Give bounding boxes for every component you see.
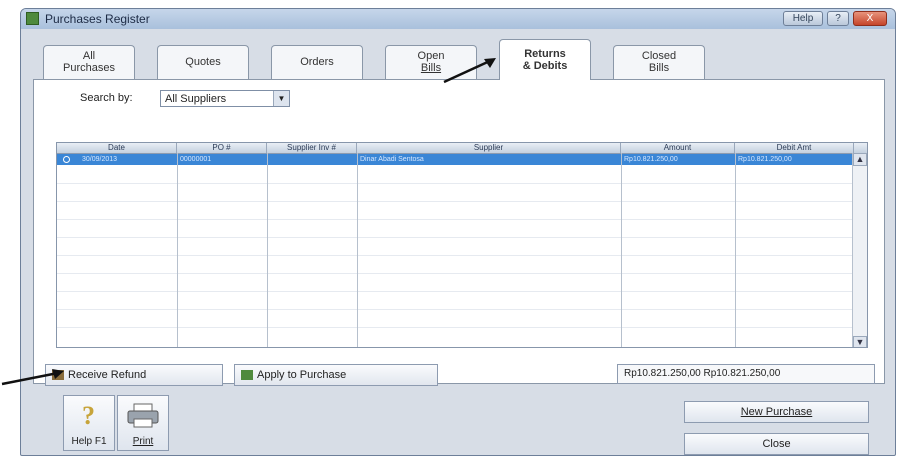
column-header-po[interactable]: PO # [177,143,267,153]
cell-amount: Rp10.821.250,00 [624,156,678,163]
column-header-amount[interactable]: Amount [621,143,735,153]
print-button[interactable]: Print [117,395,169,451]
cell-supplier: Dinar Abadi Sentosa [360,156,424,163]
column-header-supplier[interactable]: Supplier [357,143,621,153]
tab-all-purchases[interactable]: All Purchases [43,45,135,79]
tab-orders[interactable]: Orders [271,45,363,79]
apply-to-purchase-button[interactable]: Apply to Purchase [234,364,438,386]
total-debit-amt: Rp10.821.250,00 [703,368,781,379]
scroll-up-icon[interactable]: ▲ [853,153,867,166]
arrow-pointer-icon [443,58,496,84]
totals-field: Rp10.821.250,00 Rp10.821.250,00 [617,364,875,384]
column-divider [177,153,178,347]
help-label: Help F1 [71,436,107,447]
table-header: Date PO # Supplier Inv # Supplier Amount… [57,143,867,154]
cell-supplier-inv [267,154,357,165]
printer-icon [127,403,159,428]
column-divider [621,153,622,347]
returns-debits-panel: Search by: All Suppliers ▼ Date PO # Sup… [33,79,885,384]
column-divider [267,153,268,347]
help-window-button[interactable]: Help [783,11,823,26]
tab-closed-bills[interactable]: Closed Bills [613,45,705,79]
column-header-supplier-inv[interactable]: Supplier Inv # [267,143,357,153]
cell-debit-amt: Rp10.821.250,00 [738,156,792,163]
new-purchase-button[interactable]: New Purchase [684,401,869,423]
scroll-down-icon[interactable]: ▼ [853,336,867,347]
column-divider [357,153,358,347]
help-icon: ? [82,401,95,430]
tab-quotes[interactable]: Quotes [157,45,249,79]
apply-icon [241,370,253,381]
search-by-value: All Suppliers [165,93,227,105]
search-by-select[interactable]: All Suppliers ▼ [160,90,290,107]
tab-returns-debits[interactable]: Returns & Debits [499,39,591,80]
vertical-scrollbar[interactable]: ▲ ▼ [852,153,867,347]
column-divider [735,153,736,347]
close-button[interactable]: Close [684,433,869,455]
arrow-pointer-icon [1,369,64,386]
close-window-button[interactable]: X [853,11,887,26]
chevron-down-icon[interactable]: ▼ [273,91,289,106]
total-amount: Rp10.821.250,00 [624,368,701,379]
column-header-date[interactable]: Date [57,143,177,153]
cell-date: 30/09/2013 [82,156,118,163]
receive-refund-button[interactable]: Receive Refund [45,364,223,386]
returns-table: Date PO # Supplier Inv # Supplier Amount… [56,142,868,348]
search-by-label: Search by: [80,92,133,104]
row-select-icon[interactable] [63,156,70,163]
cell-po: 00000001 [180,156,212,163]
title-bar[interactable]: Purchases Register Help ? X [21,9,895,29]
app-icon [26,12,39,25]
help-button[interactable]: ? Help F1 [63,395,115,451]
column-header-debit-amt[interactable]: Debit Amt [735,143,854,153]
svg-text:?: ? [82,401,95,430]
question-window-button[interactable]: ? [827,11,849,26]
print-label: Print [132,436,154,447]
window-title: Purchases Register [45,12,150,26]
